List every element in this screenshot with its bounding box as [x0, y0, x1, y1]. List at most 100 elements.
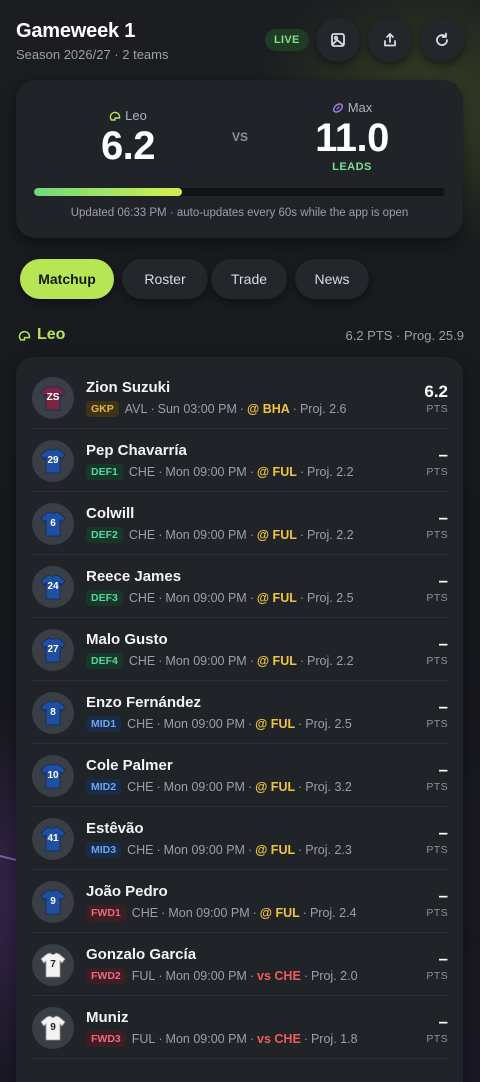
- separator: ·: [158, 654, 163, 668]
- player-name: Cole Palmer: [86, 757, 173, 774]
- player-row[interactable]: 24 Reece James DEF3 CHE · Mon 09:00 PM · @…: [32, 555, 448, 618]
- image-button[interactable]: [316, 18, 360, 62]
- points-label: PTS: [426, 970, 448, 982]
- vs-label: VS: [232, 130, 249, 144]
- player-name: João Pedro: [86, 883, 168, 900]
- away-team-name-row: Max: [282, 100, 422, 115]
- separator: ·: [158, 528, 163, 542]
- kit-number: 8: [50, 707, 56, 718]
- player-meta: MID2 CHE · Mon 09:00 PM · @ FUL · Proj. 3.2: [86, 779, 352, 795]
- opponent: vs CHE: [257, 1032, 301, 1046]
- position-badge: DEF2: [86, 527, 123, 543]
- player-kit: 7: [32, 944, 74, 986]
- separator: ·: [252, 906, 257, 920]
- kickoff-time: Mon 09:00 PM: [165, 591, 247, 605]
- player-row[interactable]: ZS Zion Suzuki GKP AVL · Sun 03:00 PM · @ …: [32, 366, 448, 429]
- kickoff-time: Mon 09:00 PM: [168, 906, 250, 920]
- player-club: FUL: [131, 969, 156, 983]
- football-icon: [332, 102, 343, 113]
- kit-number: 6: [50, 518, 56, 529]
- opponent: @ FUL: [255, 843, 296, 857]
- player-points: –: [438, 1012, 448, 1031]
- player-club: CHE: [127, 843, 154, 857]
- player-row[interactable]: 41 Estêvão MID3 CHE · Mon 09:00 PM · @ FUL…: [32, 807, 448, 870]
- team-section-summary: 6.2 PTS · Prog. 25.9: [345, 328, 464, 343]
- score-progress-bar: [34, 188, 445, 196]
- player-club: AVL: [124, 402, 148, 416]
- opponent: @ FUL: [256, 528, 297, 542]
- position-badge: FWD3: [86, 1031, 126, 1047]
- position-badge: GKP: [86, 401, 119, 417]
- player-kit: 9: [32, 881, 74, 923]
- position-badge: DEF1: [86, 464, 123, 480]
- player-club: CHE: [128, 465, 156, 479]
- separator: ·: [299, 465, 305, 479]
- leads-label: LEADS: [332, 161, 372, 173]
- tab-matchup[interactable]: Matchup: [20, 259, 114, 299]
- projection: Proj. 2.5: [307, 591, 354, 605]
- kickoff-time: Mon 09:00 PM: [165, 654, 247, 668]
- position-badge: FWD2: [86, 968, 126, 984]
- player-points: –: [438, 760, 448, 779]
- position-badge: MID2: [86, 779, 122, 795]
- away-team-score: 11.0: [315, 116, 389, 160]
- opponent: @ FUL: [255, 717, 296, 731]
- points-label: PTS: [426, 403, 448, 415]
- home-team-name-row: Leo: [58, 108, 198, 123]
- separator: ·: [303, 969, 308, 983]
- player-row[interactable]: 6 Colwill DEF2 CHE · Mon 09:00 PM · @ FUL ·…: [32, 492, 448, 555]
- share-button[interactable]: [368, 18, 412, 62]
- separator: ·: [249, 591, 254, 605]
- separator: ·: [298, 780, 303, 794]
- refresh-button[interactable]: [420, 18, 464, 62]
- separator: ·: [299, 654, 305, 668]
- tab-roster[interactable]: Roster: [122, 259, 208, 299]
- projection: Proj. 3.2: [305, 780, 352, 794]
- player-row[interactable]: 8 Enzo Fernández MID1 CHE · Mon 09:00 PM ·…: [32, 681, 448, 744]
- player-row[interactable]: 27 Malo Gusto DEF4 CHE · Mon 09:00 PM · @ …: [32, 618, 448, 681]
- share-icon: [384, 33, 396, 47]
- separator: ·: [299, 528, 305, 542]
- player-kit: ZS: [32, 377, 74, 419]
- separator: ·: [239, 402, 245, 416]
- tab-news[interactable]: News: [295, 259, 369, 299]
- kit-number: 41: [47, 833, 59, 844]
- separator: ·: [158, 969, 163, 983]
- player-name: Enzo Fernández: [86, 694, 202, 711]
- player-name: Estêvão: [86, 820, 144, 837]
- score-progress-fill: [34, 188, 182, 196]
- refresh-icon: [436, 32, 448, 46]
- player-row[interactable]: 10 Cole Palmer MID2 CHE · Mon 09:00 PM · @…: [32, 744, 448, 807]
- player-points: 6.2: [424, 382, 448, 401]
- player-meta: MID1 CHE · Mon 09:00 PM · @ FUL · Proj. 2.5: [86, 716, 352, 732]
- separator: ·: [247, 717, 253, 731]
- projection: Proj. 2.5: [305, 717, 352, 731]
- player-meta: MID3 CHE · Mon 09:00 PM · @ FUL · Proj. 2.3: [86, 842, 352, 858]
- away-team-name: Max: [347, 100, 373, 115]
- kit-number: ZS: [46, 392, 60, 403]
- opponent: @ FUL: [256, 654, 297, 668]
- projection: Proj. 2.2: [307, 528, 354, 542]
- player-row[interactable]: 29 Pep Chavarría DEF1 CHE · Mon 09:00 PM ·…: [32, 429, 448, 492]
- roster-list: ZS Zion Suzuki GKP AVL · Sun 03:00 PM · @ …: [16, 357, 463, 1082]
- updated-text: Updated 06:33 PM · auto-updates every 60…: [70, 207, 409, 219]
- points-label: PTS: [426, 592, 448, 604]
- kit-number: 9: [50, 1022, 56, 1033]
- player-row[interactable]: 9 Muniz FWD3 FUL · Mon 09:00 PM · vs CHE · …: [32, 996, 448, 1059]
- player-name: Zion Suzuki: [86, 379, 171, 396]
- player-row[interactable]: 9 João Pedro FWD1 CHE · Mon 09:00 PM · @ F…: [32, 870, 448, 933]
- separator: ·: [249, 465, 254, 479]
- player-meta: DEF1 CHE · Mon 09:00 PM · @ FUL · Proj. 2.2: [86, 464, 354, 480]
- tab-trade[interactable]: Trade: [211, 259, 287, 299]
- player-kit: 41: [32, 818, 74, 860]
- home-team: Leo 6.2: [58, 108, 198, 167]
- kit-number: 9: [50, 896, 56, 907]
- player-points: –: [438, 634, 448, 653]
- player-kit: 6: [32, 503, 74, 545]
- team-section-name: Leo: [37, 326, 66, 343]
- kickoff-time: Mon 09:00 PM: [163, 780, 245, 794]
- points-label: PTS: [426, 1033, 448, 1045]
- player-row[interactable]: 7 Gonzalo García FWD2 FUL · Mon 09:00 PM ·…: [32, 933, 448, 996]
- player-club: CHE: [128, 654, 156, 668]
- separator: ·: [158, 1032, 163, 1046]
